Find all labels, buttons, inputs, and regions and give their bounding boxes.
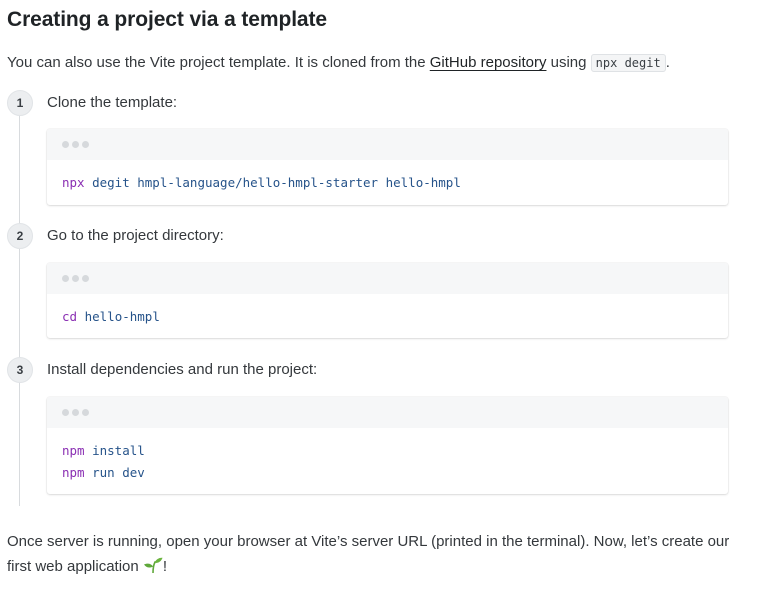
code-block-header [47,129,728,160]
seedling-icon [143,557,163,573]
intro-text-before: You can also use the Vite project templa… [7,54,430,71]
step-title: Go to the project directory: [47,227,224,244]
step-number-badge: 2 [7,223,33,249]
intro-text-middle: using [546,54,591,71]
code-content[interactable]: npm install npm run dev [47,428,728,484]
code-block[interactable]: cd hello-hmpl [47,263,728,338]
code-block[interactable]: npx degit hmpl-language/hello-hmpl-start… [47,129,728,205]
step-title: Clone the template: [47,94,178,111]
code-arguments: install [84,443,145,458]
steps-timeline-line [19,104,20,506]
window-dots-icon [62,409,89,416]
code-arguments: run dev [84,465,145,480]
step-number-badge: 1 [7,90,33,116]
code-line: npm install [62,440,713,462]
inline-code-npx-degit: npx degit [590,54,666,72]
window-dots-icon [62,141,89,148]
step-number-badge: 3 [7,357,33,383]
outro-text: Once server is running, open your browse… [7,533,730,575]
code-line: npx degit hmpl-language/hello-hmpl-start… [62,172,713,194]
code-content[interactable]: cd hello-hmpl [47,294,728,328]
code-command: npx [62,175,85,190]
page-title: Creating a project via a template [7,8,327,31]
outro-paragraph: Once server is running, open your browse… [7,529,737,579]
code-command: cd [62,309,78,324]
code-line: npm run dev [62,462,713,484]
code-arguments: hello-hmpl [77,309,160,324]
code-block[interactable]: npm install npm run dev [47,397,728,494]
github-repository-link[interactable]: GitHub repository [430,54,547,71]
intro-text-after: . [665,54,670,71]
intro-paragraph: You can also use the Vite project templa… [7,53,670,73]
window-dots-icon [62,275,89,282]
code-arguments: degit hmpl-language/hello-hmpl-starter h… [84,175,461,190]
outro-end: ! [162,558,168,575]
code-command: npm [62,443,85,458]
code-block-header [47,397,728,428]
code-command: npm [62,465,85,480]
code-block-header [47,263,728,294]
code-content[interactable]: npx degit hmpl-language/hello-hmpl-start… [47,160,728,194]
step-title: Install dependencies and run the project… [47,361,318,378]
code-line: cd hello-hmpl [62,306,713,328]
